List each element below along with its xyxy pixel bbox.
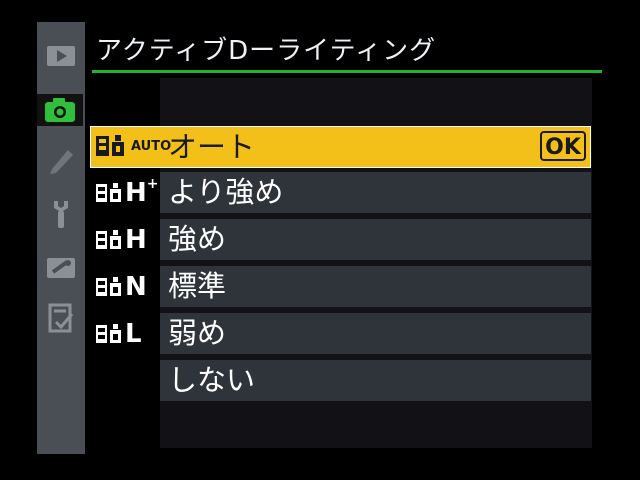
my-menu-icon[interactable] xyxy=(43,302,79,334)
d-lighting-auto-icon: AUTO xyxy=(95,132,171,160)
camera-icon[interactable] xyxy=(37,94,83,126)
code-letter: H xyxy=(125,224,147,255)
code-letter: N xyxy=(125,271,147,302)
auto-icon-label: AUTO xyxy=(131,138,172,154)
title-underline xyxy=(92,70,602,73)
pencil-icon[interactable] xyxy=(43,144,79,176)
option-label: オート xyxy=(168,130,256,164)
wrench-icon[interactable] xyxy=(43,198,79,230)
option-auto[interactable]: AUTO オート OK xyxy=(90,126,591,168)
option-label: しない xyxy=(168,363,256,397)
ok-button[interactable]: OK xyxy=(540,131,586,161)
code-letter: H xyxy=(125,177,147,208)
code-superscript: + xyxy=(146,175,159,192)
d-lighting-n-icon: N xyxy=(95,266,159,307)
option-label: より強め xyxy=(168,175,284,209)
retouch-icon[interactable] xyxy=(43,252,79,284)
d-lighting-h-icon: H xyxy=(95,219,159,260)
d-lighting-h-plus-icon: H + xyxy=(95,172,159,213)
code-letter: L xyxy=(125,318,142,349)
playback-icon[interactable] xyxy=(43,40,79,72)
menu-sidebar xyxy=(37,22,85,454)
option-label: 弱め xyxy=(168,316,227,350)
option-label: 強め xyxy=(168,222,227,256)
option-label: 標準 xyxy=(168,269,227,303)
page-title: アクティブDーライティング xyxy=(96,36,437,66)
d-lighting-l-icon: L xyxy=(95,313,159,354)
